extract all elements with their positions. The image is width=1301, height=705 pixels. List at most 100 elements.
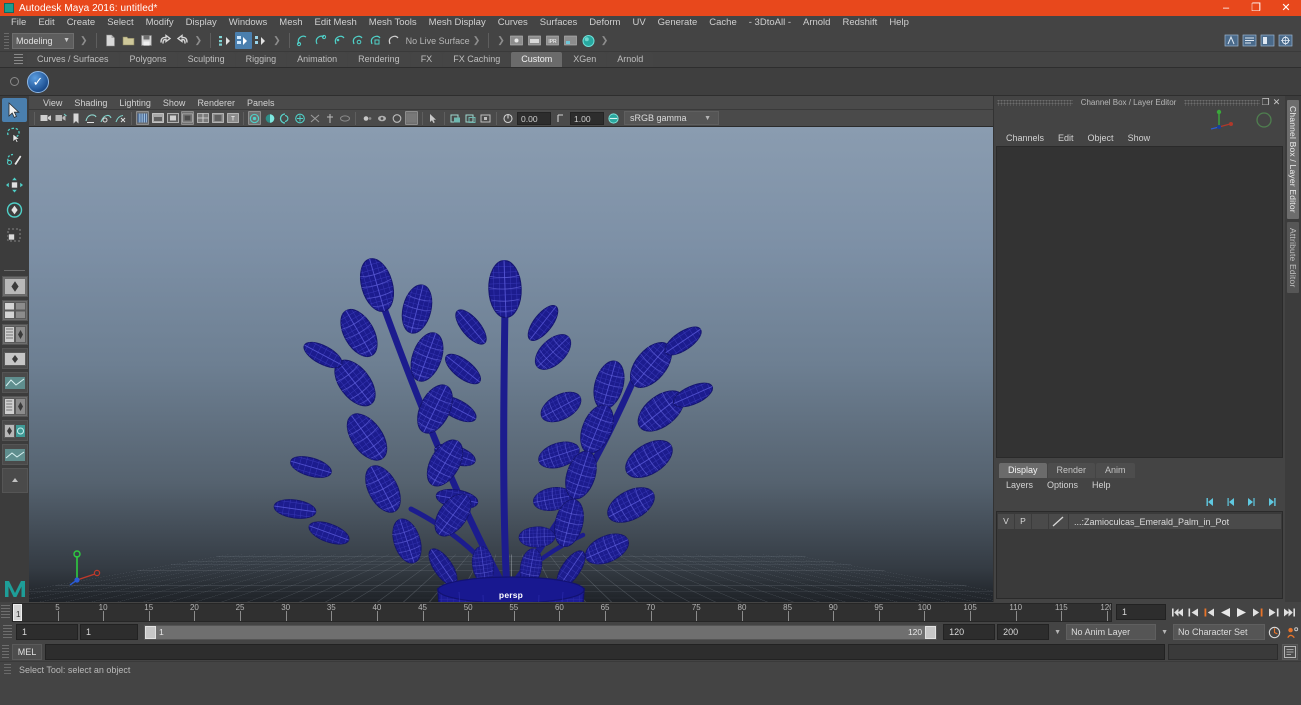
statusline-grip[interactable]	[4, 32, 9, 49]
menu-mesh-tools[interactable]: Mesh Tools	[363, 16, 423, 30]
color-profile-dropdown[interactable]: sRGB gamma ▼	[624, 111, 719, 125]
command-line-grip[interactable]	[2, 644, 9, 659]
table-row[interactable]: V P ...:Zamioculcas_Emerald_Palm_in_Pot	[998, 514, 1281, 529]
step-back-frame-icon[interactable]	[1186, 604, 1201, 620]
wireframe-icon[interactable]	[136, 111, 149, 125]
collapse-arrow-icon[interactable]: ❯	[80, 35, 88, 46]
make-live-icon[interactable]	[385, 32, 402, 49]
layer-list[interactable]: V P ...:Zamioculcas_Emerald_Palm_in_Pot	[996, 511, 1283, 599]
workspace-modeling-icon[interactable]	[1223, 32, 1240, 49]
anim-layer-dropdown[interactable]: No Anim Layer	[1066, 624, 1157, 640]
menu-mesh[interactable]: Mesh	[273, 16, 308, 30]
zz-plant-model[interactable]	[231, 137, 791, 602]
hypershade-layout[interactable]	[1, 396, 28, 417]
auto-keyframe-icon[interactable]	[1267, 624, 1282, 640]
wireframe-on-shaded-icon[interactable]	[196, 111, 209, 125]
custom-check-shelf-icon[interactable]: ✓	[27, 70, 49, 93]
exposure-reset-icon[interactable]	[501, 111, 514, 125]
snap-to-curve-icon[interactable]	[313, 32, 330, 49]
tab-display[interactable]: Display	[999, 463, 1047, 478]
menu-modify[interactable]: Modify	[140, 16, 180, 30]
smooth-shade-selected-icon[interactable]	[166, 111, 179, 125]
exposure-value-field[interactable]: 0.00	[517, 111, 551, 125]
shelf-tab-curves-surfaces[interactable]: Curves / Surfaces	[27, 52, 119, 67]
panel-drag-dots-left[interactable]	[997, 99, 1073, 106]
side-tab-channel-box[interactable]: Channel Box / Layer Editor	[1287, 100, 1299, 219]
view-fit-icon[interactable]	[479, 111, 492, 125]
image-plane-icon[interactable]	[54, 111, 67, 125]
panel-drag-dots-right[interactable]	[1184, 99, 1261, 106]
menu-windows[interactable]: Windows	[223, 16, 274, 30]
select-camera-icon[interactable]	[427, 111, 440, 125]
collapse-arrow-icon-4[interactable]: ❯	[473, 35, 481, 46]
open-scene-icon[interactable]	[120, 32, 137, 49]
shelf-tab-sculpting[interactable]: Sculpting	[177, 52, 235, 67]
shelf-tab-custom[interactable]: Custom	[511, 52, 563, 67]
motion-blur-icon[interactable]	[278, 111, 291, 125]
menu-surfaces[interactable]: Surfaces	[534, 16, 584, 30]
range-handle-left[interactable]	[145, 625, 156, 639]
new-scene-icon[interactable]	[102, 32, 119, 49]
step-forward-key-icon[interactable]	[1250, 604, 1265, 620]
step-forward-frame-icon[interactable]	[1266, 604, 1281, 620]
paint-select-tool[interactable]	[2, 148, 27, 172]
close-icon[interactable]: ✕	[1271, 97, 1282, 108]
step-back-key-icon[interactable]	[1202, 604, 1217, 620]
four-view-layout[interactable]	[1, 300, 28, 321]
layer-next-icon[interactable]	[1245, 497, 1257, 508]
anim-end-field[interactable]: 200	[997, 624, 1050, 640]
use-all-lights-icon[interactable]: T	[226, 111, 239, 125]
play-forwards-icon[interactable]	[1234, 604, 1249, 620]
layer-visibility-cell[interactable]: V	[998, 514, 1015, 529]
redo-icon[interactable]	[174, 32, 191, 49]
range-start-field[interactable]: 1	[80, 624, 138, 640]
tool-settings-icon[interactable]	[1259, 32, 1276, 49]
time-cursor[interactable]: 1	[13, 603, 22, 621]
grid-toggle-icon[interactable]	[405, 111, 418, 125]
time-slider-grip[interactable]	[1, 604, 10, 620]
channel-box-menu-edit[interactable]: Edit	[1051, 131, 1081, 146]
script-editor-icon[interactable]	[1282, 643, 1298, 660]
layer-menu-layers[interactable]: Layers	[999, 478, 1040, 493]
rotate-tool[interactable]	[2, 198, 27, 222]
layer-menu-help[interactable]: Help	[1085, 478, 1118, 493]
collapse-arrow-icon-2[interactable]: ❯	[195, 35, 203, 46]
shelf-options-icon[interactable]	[10, 77, 19, 86]
viewport-menu-renderer[interactable]: Renderer	[191, 96, 241, 110]
shelf-grip[interactable]	[14, 54, 23, 64]
multisample-icon[interactable]	[293, 111, 306, 125]
depth-of-field-icon[interactable]	[308, 111, 321, 125]
select-tool[interactable]	[2, 98, 27, 122]
select-by-object-icon[interactable]	[234, 32, 252, 49]
menu-uv[interactable]: UV	[626, 16, 651, 30]
two-pane-stacked-layout[interactable]	[1, 324, 28, 345]
last-layout[interactable]	[1, 468, 28, 493]
maximize-button[interactable]: ❐	[1241, 0, 1271, 16]
snap-to-view-plane-icon[interactable]	[367, 32, 384, 49]
show-hide-editors-icon[interactable]	[508, 32, 525, 49]
menu-display[interactable]: Display	[180, 16, 223, 30]
side-tab-attribute-editor[interactable]: Attribute Editor	[1287, 221, 1299, 294]
range-slider-grip[interactable]	[3, 624, 12, 640]
viewport-menu-shading[interactable]: Shading	[68, 96, 113, 110]
layer-playback-cell[interactable]: P	[1015, 514, 1032, 529]
xray-joints-icon[interactable]	[360, 111, 373, 125]
shelf-tab-animation[interactable]: Animation	[287, 52, 348, 67]
texture-icon[interactable]	[211, 111, 224, 125]
scale-tool[interactable]	[2, 223, 27, 247]
select-by-hierarchy-icon[interactable]	[217, 32, 234, 49]
menu-arnold[interactable]: Arnold	[797, 16, 836, 30]
menu-redshift[interactable]: Redshift	[836, 16, 883, 30]
menu-3dtoall[interactable]: - 3DtoAll -	[743, 16, 797, 30]
ipr-render-icon[interactable]: IPR	[544, 32, 561, 49]
menu-cache[interactable]: Cache	[703, 16, 742, 30]
layer-color-icon[interactable]	[1049, 514, 1069, 529]
single-perspective-layout[interactable]	[1, 276, 28, 297]
menu-edit[interactable]: Edit	[32, 16, 60, 30]
smooth-shade-all-icon[interactable]	[151, 111, 164, 125]
save-scene-icon[interactable]	[138, 32, 155, 49]
render-settings-icon[interactable]	[562, 32, 579, 49]
render-view-icon[interactable]	[526, 32, 543, 49]
chevron-down-icon-anim[interactable]: ▼	[1051, 629, 1064, 636]
menu-create[interactable]: Create	[61, 16, 102, 30]
